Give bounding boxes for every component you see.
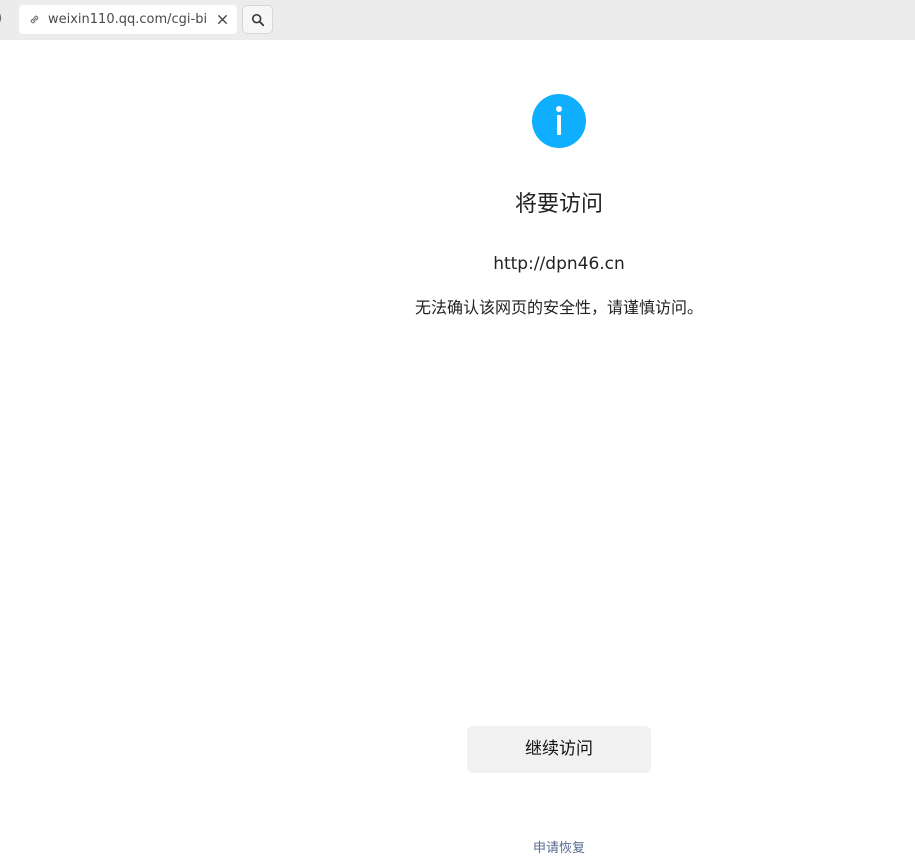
toolbar-edge-glyph: ) (0, 11, 2, 26)
continue-button[interactable]: 继续访问 (467, 726, 651, 773)
target-url: http://dpn46.cn (493, 254, 625, 274)
info-icon (532, 94, 586, 148)
close-icon[interactable] (215, 12, 230, 27)
warning-message: 无法确认该网页的安全性，请谨慎访问。 (414, 298, 703, 317)
page-title: 将要访问 (514, 192, 603, 217)
address-bar[interactable]: weixin110.qq.com/cgi-bin/ (19, 5, 237, 34)
address-text[interactable]: weixin110.qq.com/cgi-bin/ (48, 12, 206, 27)
search-button[interactable] (242, 5, 273, 34)
browser-toolbar: ) weixin110.qq.com/cgi-bin/ (0, 0, 915, 40)
appeal-link[interactable]: 申请恢复 (509, 837, 609, 856)
search-icon (251, 13, 265, 27)
link-icon (30, 15, 39, 24)
